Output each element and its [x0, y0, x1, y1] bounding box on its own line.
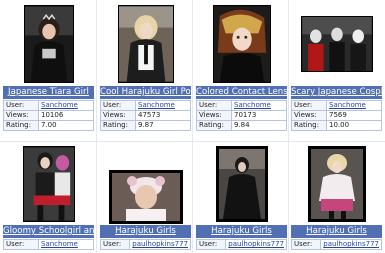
- photo-colored-contact-lenses: [213, 6, 270, 82]
- thumbnail-image[interactable]: [117, 5, 174, 83]
- thumbnail-image[interactable]: [212, 5, 271, 83]
- thumbnail-image[interactable]: [23, 5, 74, 83]
- user-link[interactable]: Sanchome: [234, 102, 271, 110]
- views-value: 70173: [231, 110, 287, 121]
- photo-gallery-grid: Japanese Tiara Girl User: Sanchome Views:…: [0, 0, 385, 253]
- photo-japanese-tiara-girl: [24, 6, 73, 82]
- views-value: 10106: [38, 110, 94, 121]
- photo-harajuku-girls: [111, 173, 180, 221]
- views-label: Views:: [196, 110, 232, 121]
- column-divider: [192, 0, 193, 253]
- user-label: User:: [195, 239, 227, 250]
- thumbnail-link[interactable]: [291, 144, 382, 224]
- thumbnail-link[interactable]: [3, 3, 94, 85]
- item-info-table: User: Sanchome Views: 70173 Rating: 9.84: [196, 100, 287, 131]
- rating-value: 9.87: [135, 120, 191, 131]
- user-link[interactable]: paulhopkins777: [228, 241, 284, 249]
- rating-label: Rating:: [3, 120, 39, 131]
- user-label: User:: [196, 100, 232, 111]
- user-link[interactable]: paulhopkins777: [132, 241, 188, 249]
- thumbnail-image[interactable]: [22, 146, 75, 222]
- item-title-link[interactable]: Colored Contact Lenses...: [196, 86, 287, 99]
- user-link[interactable]: Sanchome: [138, 102, 175, 110]
- column-divider: [288, 0, 289, 253]
- thumbnail-link[interactable]: [3, 144, 94, 224]
- gallery-item: Harajuku Girls User: paulhopkins777: [195, 144, 287, 250]
- user-label: User:: [100, 100, 136, 111]
- column-divider: [96, 0, 97, 253]
- gallery-item: Japanese Tiara Girl User: Sanchome Views:…: [3, 3, 94, 131]
- item-info-table: User: Sanchome Views: 47573 Rating: 9.87: [100, 100, 191, 131]
- thumbnail-image[interactable]: [307, 146, 366, 222]
- photo-scary-japanese-cosplay: [301, 17, 372, 71]
- thumbnail-image[interactable]: [108, 170, 183, 224]
- gallery-item: Colored Contact Lenses... User:Sanchome …: [196, 3, 287, 131]
- user-label: User:: [99, 239, 131, 250]
- item-title-link[interactable]: Scary Japanese Cosplay...: [291, 86, 382, 99]
- gallery-item: Harajuku Girls User: paulhopkins777: [99, 144, 191, 250]
- rating-value: 9.84: [231, 120, 287, 131]
- rating-label: Rating:: [196, 120, 232, 131]
- item-title-link[interactable]: Harajuku Girls: [100, 225, 191, 238]
- thumbnail-link[interactable]: [196, 3, 287, 85]
- views-label: Views:: [100, 110, 136, 121]
- rating-value: 7.00: [38, 120, 94, 131]
- item-info-table: User: Sanchome Views: 7569 Rating: 10.00: [291, 100, 382, 131]
- user-label: User:: [290, 239, 322, 250]
- item-title-link[interactable]: Japanese Tiara Girl: [3, 86, 94, 99]
- user-label: User:: [3, 239, 39, 250]
- item-title-link[interactable]: Cool Harajuku Girl Pos...: [100, 86, 191, 99]
- views-label: Views:: [291, 110, 327, 121]
- photo-cool-harajuku-girl: [118, 6, 173, 82]
- views-value: 47573: [135, 110, 191, 121]
- item-info-table: User: paulhopkins777: [99, 239, 191, 250]
- item-info-table: User: Sanchome Views: 10106 Rating: 7.00: [3, 100, 94, 131]
- gallery-item: Harajuku Girls User: paulhopkins777: [290, 144, 382, 250]
- user-link[interactable]: Sanchome: [41, 102, 78, 110]
- thumbnail-link[interactable]: [291, 3, 382, 85]
- item-title-link[interactable]: Harajuku Girls: [196, 225, 287, 238]
- rating-label: Rating:: [291, 120, 327, 131]
- user-link[interactable]: Sanchome: [329, 102, 366, 110]
- user-link[interactable]: paulhopkins777: [323, 241, 379, 249]
- user-label: User:: [3, 100, 39, 111]
- views-value: 7569: [326, 110, 382, 121]
- user-label: User:: [291, 100, 327, 111]
- thumbnail-image[interactable]: [300, 16, 373, 72]
- item-info-table: User: Sanchome: [3, 239, 94, 250]
- item-info-table: User: paulhopkins777: [290, 239, 382, 250]
- row-divider: [0, 141, 385, 142]
- item-title-link[interactable]: Gloomy Schoolgirl and ...: [3, 225, 94, 238]
- thumbnail-link[interactable]: [196, 144, 287, 224]
- views-label: Views:: [3, 110, 39, 121]
- user-link[interactable]: Sanchome: [41, 241, 78, 249]
- rating-value: 10.00: [326, 120, 382, 131]
- item-title-link[interactable]: Harajuku Girls: [291, 225, 382, 238]
- rating-label: Rating:: [100, 120, 136, 131]
- thumbnail-link[interactable]: [100, 3, 191, 85]
- item-info-table: User: paulhopkins777: [195, 239, 287, 250]
- photo-gloomy-schoolgirl: [23, 147, 74, 221]
- gallery-item: Cool Harajuku Girl Pos... User:Sanchome …: [100, 3, 191, 131]
- photo-harajuku-girls: [218, 149, 265, 219]
- thumbnail-link[interactable]: [100, 144, 191, 224]
- gallery-item: Gloomy Schoolgirl and ... User:Sanchome: [3, 144, 94, 250]
- thumbnail-image[interactable]: [215, 146, 268, 222]
- gallery-item: Scary Japanese Cosplay... User:Sanchome …: [291, 3, 382, 131]
- photo-harajuku-girls: [310, 149, 363, 219]
